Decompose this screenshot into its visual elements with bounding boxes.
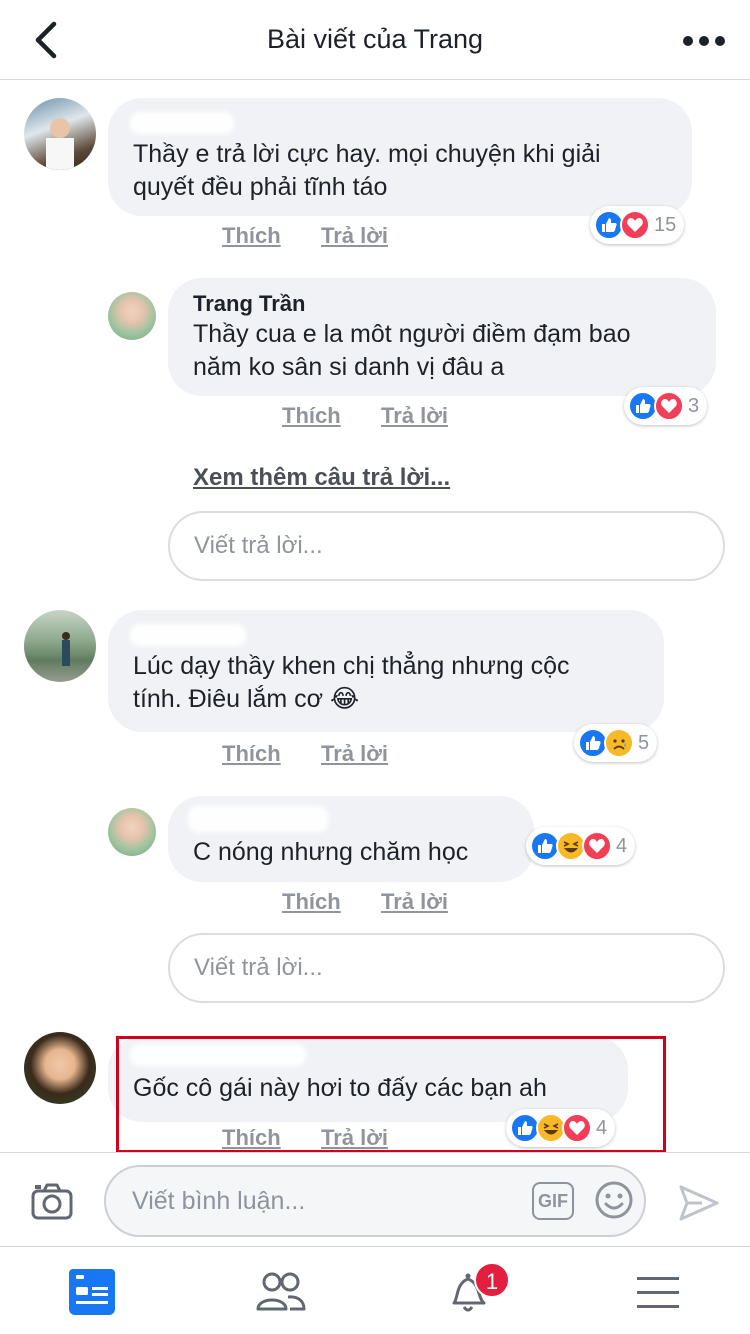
reaction-summary[interactable]: 5 [574, 724, 658, 762]
see-more-replies-link[interactable]: Xem thêm câu trả lời... [193, 464, 450, 492]
reaction-count: 3 [688, 394, 700, 417]
comment-input[interactable]: Viết bình luận... GIF [104, 1165, 646, 1237]
like-button[interactable]: Thích [222, 223, 281, 249]
reply-input[interactable]: Viết trả lời... [168, 511, 725, 581]
reaction-count: 5 [638, 731, 650, 754]
reaction-count: 4 [616, 834, 628, 857]
reply-button[interactable]: Trả lời [321, 223, 388, 249]
comment-text: Lúc dạy thầy khen chị thẳng nhưng cộc tí… [133, 652, 570, 713]
like-button[interactable]: Thích [282, 889, 341, 915]
redacted-name [130, 624, 246, 646]
replier-avatar[interactable] [108, 808, 156, 856]
commenter-avatar[interactable] [24, 1032, 96, 1104]
reaction-count: 15 [654, 213, 677, 236]
menu-icon[interactable] [632, 1265, 686, 1319]
redacted-name [188, 806, 328, 832]
more-options-icon[interactable] [676, 26, 732, 56]
reply-input[interactable]: Viết trả lời... [168, 933, 725, 1003]
friends-icon[interactable] [254, 1265, 308, 1319]
like-button[interactable]: Thích [222, 741, 281, 767]
commenter-avatar[interactable] [24, 610, 96, 682]
news-feed-icon[interactable] [66, 1265, 120, 1319]
like-button[interactable]: Thích [282, 403, 341, 429]
love-reaction-icon [620, 210, 650, 240]
reply-author-name[interactable]: Trang Trần [193, 291, 305, 317]
redacted-name [130, 112, 234, 134]
reply-button[interactable]: Trả lời [321, 741, 388, 767]
commenter-avatar[interactable] [24, 98, 96, 170]
reply-text: C nóng nhưng chăm học [193, 838, 469, 866]
reaction-summary[interactable]: 3 [624, 387, 708, 425]
comment-placeholder: Viết bình luận... [132, 1187, 306, 1215]
reaction-summary[interactable]: 15 [590, 206, 685, 244]
gif-button[interactable]: GIF [532, 1182, 574, 1220]
highlight-box [116, 1036, 666, 1153]
top-bar: Bài viết của Trang [0, 0, 750, 80]
reply-text: Thầy cua e la môt người điềm đạm bao năm… [193, 320, 631, 381]
emoji-icon[interactable] [594, 1180, 634, 1220]
camera-icon[interactable] [30, 1181, 74, 1221]
comment-composer: Viết bình luận... GIF [0, 1152, 750, 1246]
replier-avatar[interactable] [108, 292, 156, 340]
love-reaction-icon [582, 831, 612, 861]
reply-button[interactable]: Trả lời [381, 403, 448, 429]
notification-badge: 1 [474, 1262, 510, 1298]
reaction-summary[interactable]: 4 [526, 827, 636, 865]
love-reaction-icon [654, 391, 684, 421]
sad-reaction-icon [604, 728, 634, 758]
send-icon[interactable] [678, 1183, 720, 1223]
comment-text: Thầy e trả lời cực hay. mọi chuyện khi g… [133, 140, 601, 201]
reply-button[interactable]: Trả lời [381, 889, 448, 915]
bottom-tab-bar [0, 1246, 750, 1334]
page-title: Bài viết của Trang [266, 24, 484, 54]
